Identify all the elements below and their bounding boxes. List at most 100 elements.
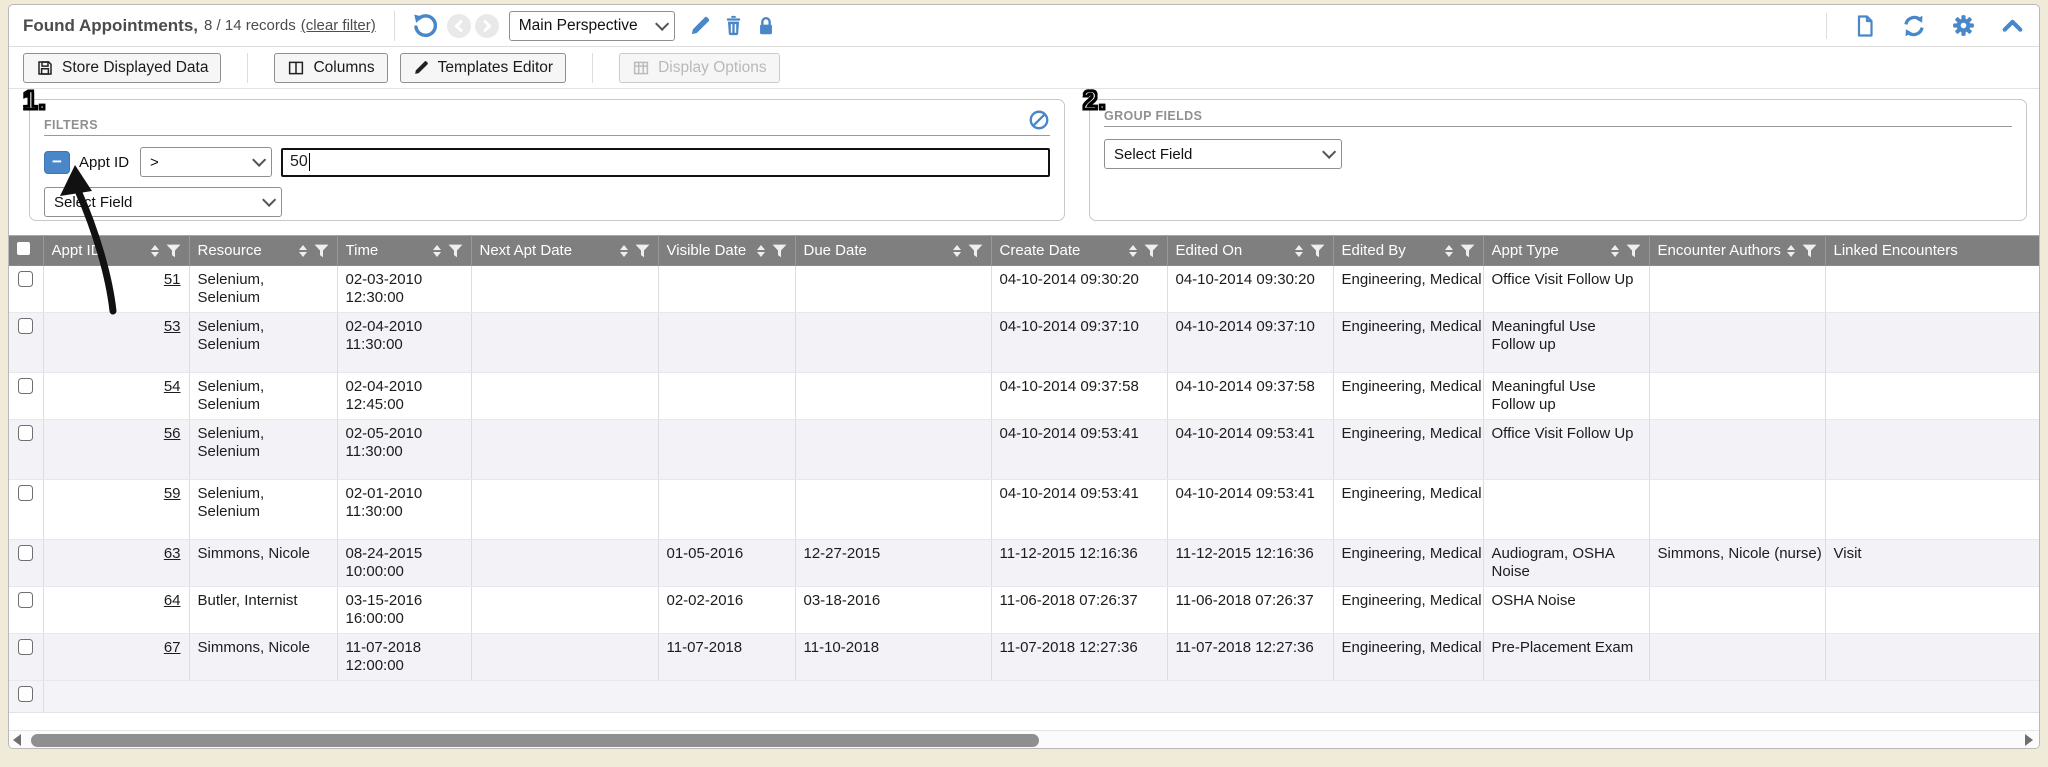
sort-icon[interactable] (620, 245, 628, 257)
perspective-select[interactable]: Main Perspective (509, 11, 675, 41)
appt-id-link[interactable]: 67 (164, 639, 181, 656)
select-all-checkbox[interactable] (17, 242, 30, 255)
filter-funnel-icon[interactable] (968, 244, 983, 258)
row-checkbox[interactable] (18, 425, 33, 441)
cell-linked_encounters (1825, 373, 2039, 420)
cell-linked_encounters (1825, 587, 2039, 634)
appt-id-link[interactable]: 53 (164, 318, 181, 335)
appt-id-link[interactable]: 54 (164, 378, 181, 395)
column-header-edited_by[interactable]: Edited By (1333, 236, 1483, 266)
sort-icon[interactable] (1611, 245, 1619, 257)
cell-time: 02-04-2010 11:30:00 (337, 313, 471, 373)
sort-icon[interactable] (757, 245, 765, 257)
filter-value-input[interactable]: 50 (281, 148, 1050, 177)
column-label: Appt ID (52, 242, 102, 259)
row-checkbox[interactable] (18, 592, 33, 608)
refresh-icon[interactable] (1901, 13, 1927, 39)
row-checkbox[interactable] (18, 271, 33, 287)
cell-appt_id: 54 (43, 373, 189, 420)
filter-funnel-icon[interactable] (772, 244, 787, 258)
clear-filter-link[interactable]: (clear filter) (301, 17, 376, 34)
appt-id-link[interactable]: 63 (164, 545, 181, 562)
table-row: 53Selenium, Selenium02-04-2010 11:30:000… (9, 313, 2039, 373)
column-label: Time (346, 242, 379, 259)
cell-visible_date (658, 266, 795, 313)
select-all-header[interactable] (9, 236, 43, 266)
cell-linked_encounters: Visit (1825, 540, 2039, 587)
cell-encounter_authors (1649, 266, 1825, 313)
sort-icon[interactable] (1787, 245, 1795, 257)
chevron-left-icon[interactable] (447, 14, 471, 38)
appt-id-link[interactable]: 64 (164, 592, 181, 609)
cell-resource: Selenium, Selenium (189, 480, 337, 540)
pencil-icon[interactable] (689, 14, 712, 37)
sort-icon[interactable] (1445, 245, 1453, 257)
columns-button[interactable]: Columns (274, 53, 387, 83)
column-header-encounter_authors[interactable]: Encounter Authors (1649, 236, 1825, 266)
cell-edited_on: 11-06-2018 07:26:37 (1167, 587, 1333, 634)
filter-operator-select[interactable]: > (140, 147, 272, 177)
row-checkbox[interactable] (18, 686, 33, 702)
column-header-time[interactable]: Time (337, 236, 471, 266)
add-filter-field-select[interactable]: Select Field (44, 187, 282, 217)
cell-edited_on: 04-10-2014 09:37:10 (1167, 313, 1333, 373)
templates-editor-button[interactable]: Templates Editor (400, 53, 566, 83)
remove-filter-button[interactable]: − (44, 151, 70, 174)
column-header-visible_date[interactable]: Visible Date (658, 236, 795, 266)
cell-time: 02-05-2010 11:30:00 (337, 420, 471, 480)
row-checkbox[interactable] (18, 318, 33, 334)
horizontal-scrollbar[interactable] (9, 730, 2039, 748)
filter-funnel-icon[interactable] (1144, 244, 1159, 258)
undo-icon[interactable] (411, 13, 437, 39)
filter-funnel-icon[interactable] (635, 244, 650, 258)
filter-funnel-icon[interactable] (314, 244, 329, 258)
column-label: Encounter Authors (1658, 242, 1781, 259)
filter-funnel-icon[interactable] (1460, 244, 1475, 258)
row-checkbox[interactable] (18, 378, 33, 394)
group-fields-header: GROUP FIELDS (1104, 109, 2012, 127)
filter-funnel-icon[interactable] (1626, 244, 1641, 258)
column-header-create_date[interactable]: Create Date (991, 236, 1167, 266)
filter-funnel-icon[interactable] (1310, 244, 1325, 258)
gear-icon[interactable] (1951, 13, 1976, 38)
scroll-right-arrow-icon[interactable] (2021, 732, 2037, 748)
chevron-up-icon[interactable] (2000, 13, 2025, 38)
sort-icon[interactable] (151, 245, 159, 257)
scroll-thumb[interactable] (31, 734, 1039, 747)
group-field-select[interactable]: Select Field (1104, 139, 1342, 169)
column-header-appt_id[interactable]: Appt ID (43, 236, 189, 266)
sort-icon[interactable] (1129, 245, 1137, 257)
column-header-next_apt_date[interactable]: Next Apt Date (471, 236, 658, 266)
column-header-edited_on[interactable]: Edited On (1167, 236, 1333, 266)
cell-appt_type: Office Visit Follow Up (1483, 420, 1649, 480)
cell-due_date (795, 420, 991, 480)
filter-funnel-icon[interactable] (166, 244, 181, 258)
filter-funnel-icon[interactable] (448, 244, 463, 258)
cell-appt_type: OSHA Noise (1483, 587, 1649, 634)
appt-id-link[interactable]: 59 (164, 485, 181, 502)
column-header-appt_type[interactable]: Appt Type (1483, 236, 1649, 266)
store-displayed-data-button[interactable]: Store Displayed Data (23, 53, 221, 83)
sort-icon[interactable] (953, 245, 961, 257)
sort-icon[interactable] (299, 245, 307, 257)
columns-icon (287, 59, 305, 77)
row-checkbox[interactable] (18, 485, 33, 501)
row-checkbox[interactable] (18, 639, 33, 655)
lock-icon[interactable] (755, 15, 777, 37)
column-header-resource[interactable]: Resource (189, 236, 337, 266)
scroll-left-arrow-icon[interactable] (9, 732, 25, 748)
trash-icon[interactable] (722, 14, 745, 37)
filter-funnel-icon[interactable] (1802, 244, 1817, 258)
cell-next_apt_date (471, 634, 658, 681)
panel-icons (1826, 13, 2025, 39)
column-header-linked_encounters[interactable]: Linked Encounters (1825, 236, 2039, 266)
column-header-due_date[interactable]: Due Date (795, 236, 991, 266)
appt-id-link[interactable]: 56 (164, 425, 181, 442)
chevron-right-icon[interactable] (475, 14, 499, 38)
sort-icon[interactable] (433, 245, 441, 257)
sort-icon[interactable] (1295, 245, 1303, 257)
block-icon[interactable] (1028, 109, 1050, 131)
appt-id-link[interactable]: 51 (164, 271, 181, 288)
document-icon[interactable] (1853, 14, 1877, 38)
row-checkbox[interactable] (18, 545, 33, 561)
